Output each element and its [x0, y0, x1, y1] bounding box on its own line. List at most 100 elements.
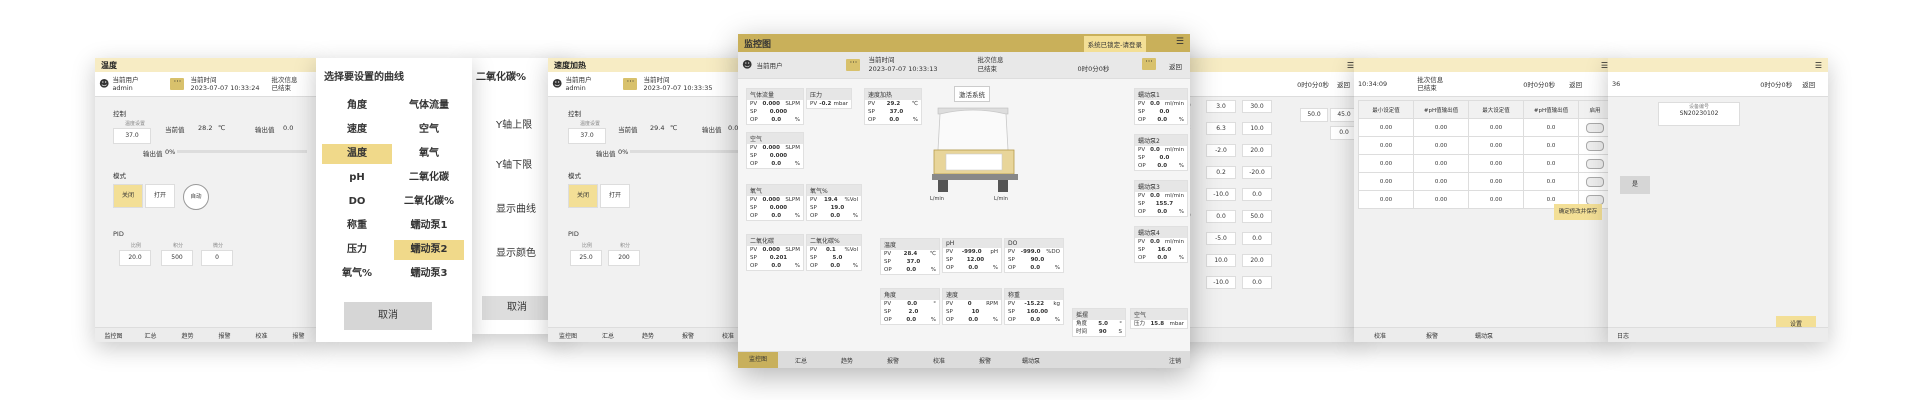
table-cell[interactable]: 0.00 — [1358, 172, 1414, 191]
nav-calibrate[interactable]: 校准 — [916, 356, 962, 365]
limit-value[interactable]: -2.0 — [1206, 144, 1236, 157]
side-button[interactable]: 是 — [1620, 176, 1650, 194]
logout-button[interactable]: 注销 — [1160, 356, 1190, 365]
table-cell[interactable]: 0.00 — [1468, 190, 1524, 209]
curve-option[interactable]: 二氧化碳% — [394, 192, 464, 212]
nav-alarm[interactable]: 报警 — [668, 331, 708, 340]
back-button[interactable]: 返回 — [1337, 79, 1350, 89]
nav-monitor[interactable]: 监控图 — [548, 331, 588, 340]
nav-alarm2[interactable]: 报警 — [280, 331, 317, 340]
nav-alarm[interactable]: 报警 — [206, 331, 243, 340]
mode-off-button[interactable]: 关闭 — [113, 184, 143, 208]
cancel-button[interactable]: 取消 — [482, 296, 552, 320]
curve-option[interactable]: 速度 — [322, 120, 392, 140]
limit-value[interactable]: -20.0 — [1242, 166, 1272, 179]
lock-notice[interactable]: 系统已锁定-请登录 — [1083, 36, 1146, 52]
menu-icon[interactable]: ☰ — [1347, 61, 1354, 70]
nav-monitor[interactable]: 监控图 — [738, 352, 778, 368]
nav-calibrate[interactable]: 校准 — [1354, 331, 1406, 340]
nav-pump[interactable]: 蠕动泵 — [1458, 331, 1510, 340]
card-pump3[interactable]: 蠕动泵3 PV 0.0 ml/min SP 155.7 OP 0.0% — [1134, 180, 1188, 217]
table-cell[interactable]: 0.00 — [1413, 118, 1469, 137]
setpoint-input[interactable]: 37.0 — [568, 128, 606, 144]
card-heat[interactable]: 速度加热 PV 29.2 ℃ SP 37.0 OP 0.0% — [864, 88, 922, 125]
mode-auto-button[interactable]: 自动 — [183, 184, 209, 210]
limit-value[interactable]: 10.0 — [1206, 254, 1236, 267]
curve-option[interactable]: 空气 — [394, 120, 464, 140]
limit-value[interactable]: 0.2 — [1206, 166, 1236, 179]
curve-option[interactable]: 角度 — [322, 96, 392, 116]
curve-option[interactable]: 蠕动泵1 — [394, 216, 464, 236]
limit-value[interactable]: 0.0 — [1242, 276, 1272, 289]
card-o2pct[interactable]: 氧气% PV 19.4 %Vol SP 19.0 OP 0.0% — [806, 184, 862, 221]
limit-value[interactable]: 0.0 — [1242, 188, 1272, 201]
table-cell[interactable]: 0.00 — [1413, 190, 1469, 209]
mode-off-button[interactable]: 关闭 — [568, 184, 598, 208]
table-cell[interactable]: 0.00 — [1468, 154, 1524, 173]
limit-value[interactable]: -10.0 — [1206, 276, 1236, 289]
menu-icon[interactable]: ☰ — [1601, 61, 1608, 70]
table-cell[interactable]: 0.0 — [1523, 136, 1579, 155]
pid-i-input[interactable]: 200 — [608, 250, 640, 266]
curve-option[interactable]: 蠕动泵3 — [394, 264, 464, 284]
pid-i-input[interactable]: 500 — [161, 250, 193, 266]
enable-toggle[interactable] — [1586, 140, 1604, 151]
card-weight[interactable]: 称重 PV -15.22 kg SP 160.00 OP 0.0% — [1004, 288, 1064, 325]
card-pressure[interactable]: 压力 PV -0.2 mbar — [806, 88, 852, 109]
menu-icon[interactable]: ☰ — [1815, 61, 1822, 70]
user-menu-button[interactable]: ··· — [623, 78, 638, 90]
limit-value[interactable]: 0.0 — [1206, 210, 1236, 223]
limit-value[interactable]: 50.0 — [1242, 210, 1272, 223]
table-cell[interactable]: 0.0 — [1523, 154, 1579, 173]
limit-value[interactable]: -5.0 — [1206, 232, 1236, 245]
nav-calibrate[interactable]: 校准 — [243, 331, 280, 340]
back-button[interactable]: 返回 — [1169, 61, 1182, 71]
table-cell[interactable]: 0.00 — [1413, 136, 1469, 155]
curve-option[interactable]: 氧气 — [394, 144, 464, 164]
curve-option[interactable]: 压力 — [322, 240, 392, 260]
limit-value[interactable]: -10.0 — [1206, 188, 1236, 201]
right-value-box[interactable]: 50.0 — [1300, 108, 1328, 122]
nav-trend[interactable]: 趋势 — [628, 331, 668, 340]
enable-toggle[interactable] — [1586, 176, 1604, 187]
curve-option[interactable]: 氧气% — [322, 264, 392, 284]
table-cell[interactable]: 0.00 — [1358, 190, 1414, 209]
nav-alarm2[interactable]: 报警 — [962, 356, 1008, 365]
curve-option[interactable]: 蠕动泵2 — [394, 240, 464, 260]
save-changes-button[interactable]: 确定修改并保存 — [1554, 204, 1602, 220]
enable-toggle[interactable] — [1586, 158, 1604, 169]
table-cell[interactable]: 0.00 — [1358, 136, 1414, 155]
curve-option[interactable]: pH — [322, 168, 392, 188]
curve-option[interactable]: 称重 — [322, 216, 392, 236]
limit-value[interactable]: 10.0 — [1242, 122, 1272, 135]
device-id-box[interactable]: 设备编号 SN20230102 — [1658, 102, 1740, 126]
mode-on-button[interactable]: 打开 — [600, 184, 630, 208]
curve-option[interactable]: DO — [322, 192, 392, 212]
table-cell[interactable]: 0.00 — [1468, 118, 1524, 137]
user-menu-button[interactable]: ··· — [846, 59, 861, 71]
limit-value[interactable]: 30.0 — [1242, 100, 1272, 113]
card-pump1[interactable]: 蠕动泵1 PV 0.0 ml/min SP 0.0 OP 0.0% — [1134, 88, 1188, 125]
table-cell[interactable]: 0.00 — [1358, 154, 1414, 173]
pid-d-input[interactable]: 0 — [201, 250, 233, 266]
setpoint-input[interactable]: 37.0 — [113, 128, 151, 144]
back-button[interactable]: 返回 — [1569, 79, 1582, 89]
card-do[interactable]: DO PV -999.0 %DO SP 90.0 OP 0.0% — [1004, 238, 1064, 273]
table-cell[interactable]: 0.00 — [1413, 172, 1469, 191]
mode-on-button[interactable]: 打开 — [145, 184, 175, 208]
table-cell[interactable]: 0.00 — [1413, 154, 1469, 173]
card-rock[interactable]: 摇摆 角度 5.0 ° 时间 90 S — [1072, 308, 1126, 337]
enable-toggle[interactable] — [1586, 194, 1604, 205]
limit-value[interactable]: 0.0 — [1242, 232, 1272, 245]
curve-option[interactable]: 气体流量 — [394, 96, 464, 116]
nav-trend[interactable]: 趋势 — [169, 331, 206, 340]
card-co2[interactable]: 二氧化碳 PV 0.000 SLPM SP 0.201 OP 0.0% — [746, 234, 804, 271]
card-temp[interactable]: 温度 PV 28.4 ℃ SP 37.0 OP 0.0% — [880, 238, 940, 275]
card-air[interactable]: 空气 PV 0.000 SLPM SP 0.000 OP 0.0% — [746, 132, 804, 169]
card-speed[interactable]: 速度 PV 0 RPM SP 10 OP 0.0% — [942, 288, 1002, 325]
nav-log[interactable]: 日志 — [1608, 331, 1638, 340]
pid-p-input[interactable]: 25.0 — [570, 250, 602, 266]
table-cell[interactable]: 0.00 — [1468, 136, 1524, 155]
table-cell[interactable]: 0.00 — [1468, 172, 1524, 191]
limit-value[interactable]: 3.0 — [1206, 100, 1236, 113]
